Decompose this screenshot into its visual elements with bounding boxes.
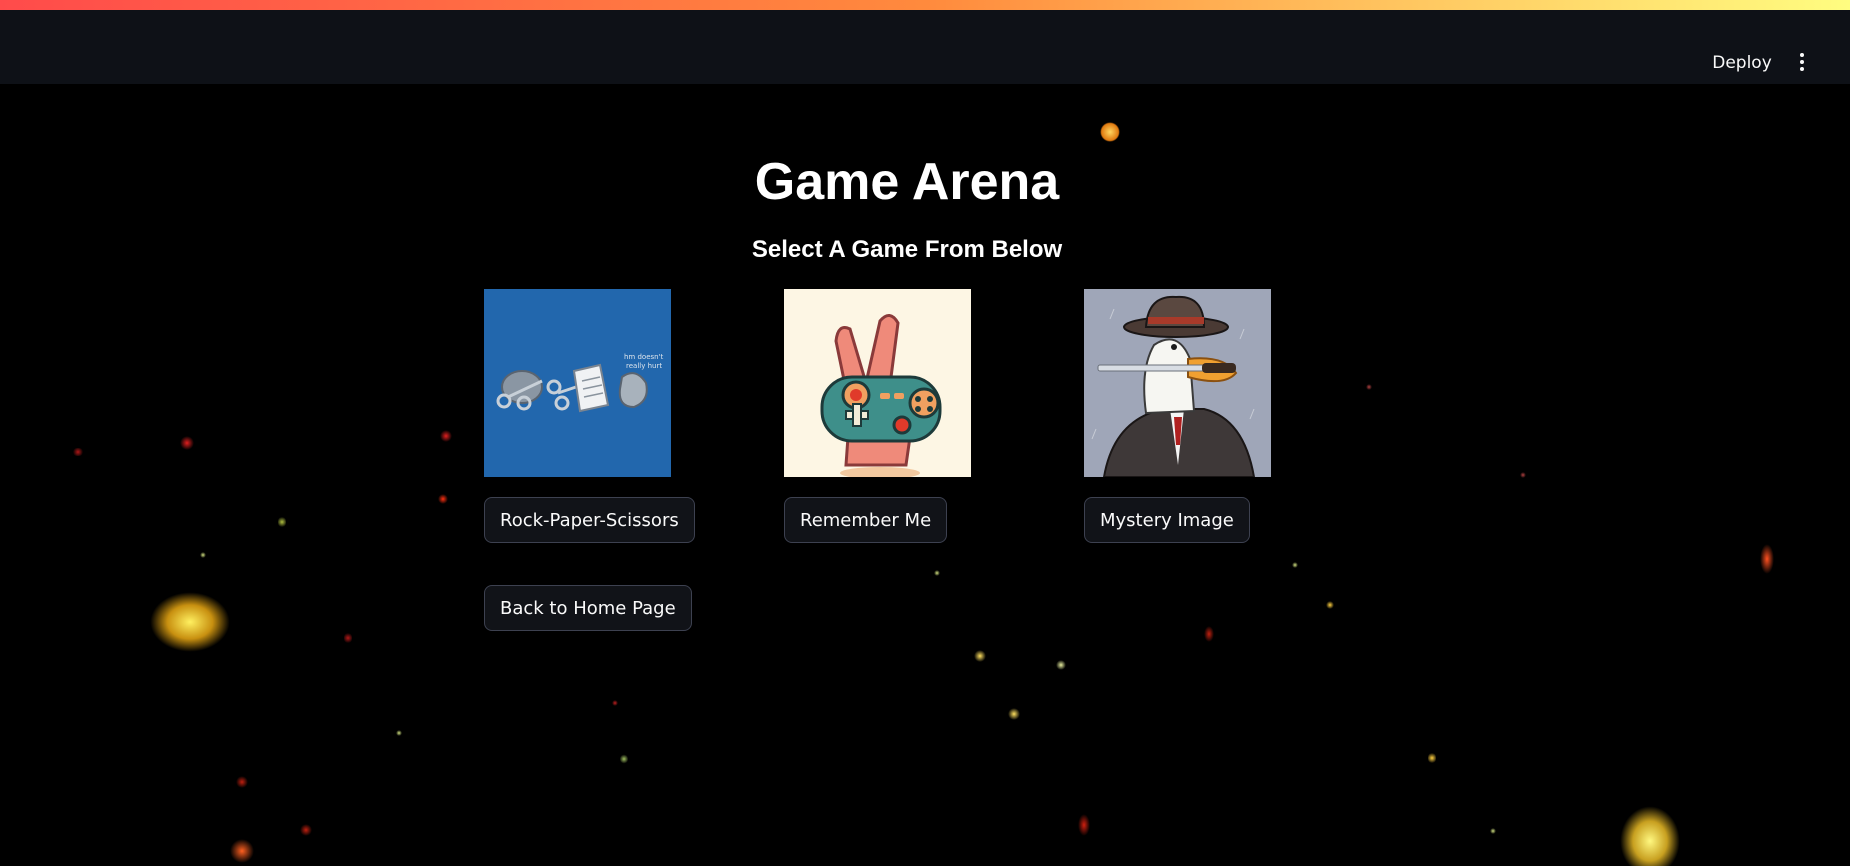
app-header: Deploy [0,10,1850,84]
deploy-button[interactable]: Deploy [1700,42,1784,84]
controller-hand-image [784,289,971,477]
main-menu-button[interactable] [1790,46,1814,78]
back-to-home-button[interactable]: Back to Home Page [484,585,692,631]
vertical-ellipsis-icon [1800,53,1804,71]
page-title: Game Arena [754,153,1060,211]
svg-text:really hurt: really hurt [626,362,662,370]
remember-me-button[interactable]: Remember Me [784,497,948,543]
detective-goose-image [1084,289,1271,477]
mystery-image-button[interactable]: Mystery Image [1084,497,1250,543]
svg-text:hm doesn't: hm doesn't [624,353,664,361]
page-subtitle: Select A Game From Below [751,236,1063,263]
rock-paper-scissors-image: hm doesn't really hurt [484,289,671,477]
top-decoration-stripe [0,0,1850,10]
rock-paper-scissors-button[interactable]: Rock-Paper-Scissors [484,497,695,543]
